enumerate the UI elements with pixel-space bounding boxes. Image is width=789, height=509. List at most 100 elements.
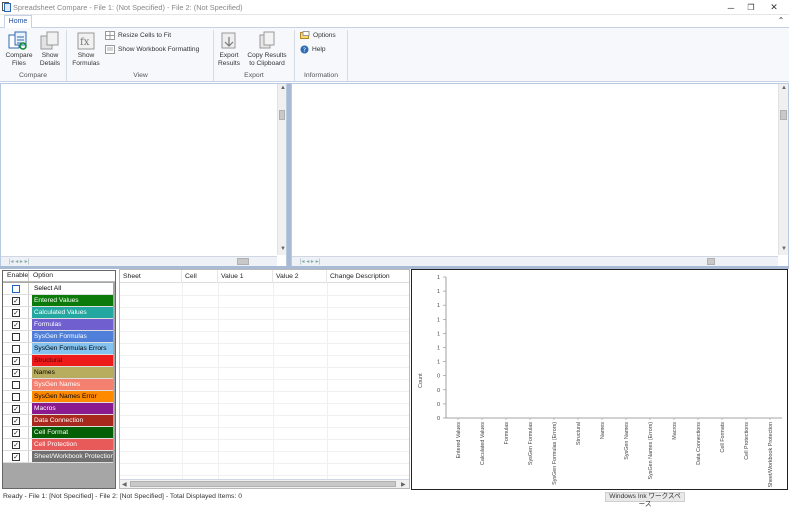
- file1-vertical-scrollbar[interactable]: ▲ ▼: [277, 84, 286, 255]
- svg-text:?: ?: [303, 46, 306, 54]
- option-checkbox[interactable]: [12, 345, 20, 353]
- close-button[interactable]: ✕: [763, 0, 785, 15]
- row-divider: [28, 283, 29, 294]
- row-divider: [28, 427, 29, 438]
- show-workbook-formatting-button[interactable]: Show Workbook Formatting: [105, 45, 199, 54]
- show-formulas-icon: fx: [77, 32, 95, 50]
- scroll-down-icon[interactable]: ▼: [781, 246, 787, 252]
- option-checkbox[interactable]: ✓: [12, 441, 20, 449]
- scroll-thumb[interactable]: [707, 258, 715, 265]
- option-column-header: Option: [33, 272, 54, 279]
- row-divider: [28, 379, 29, 390]
- option-row[interactable]: ✓ Calculated Values: [3, 307, 113, 319]
- group-export-label: Export: [244, 72, 264, 79]
- export-results-button[interactable]: Export Results: [215, 31, 243, 68]
- maximize-button[interactable]: ❐: [740, 0, 762, 15]
- option-checkbox[interactable]: [12, 333, 20, 341]
- compare-files-button[interactable]: Compare Files: [3, 31, 35, 68]
- option-row[interactable]: ✓ Formulas: [3, 319, 113, 331]
- option-row[interactable]: SysGen Formulas: [3, 331, 113, 343]
- option-checkbox[interactable]: [12, 381, 20, 389]
- option-row[interactable]: ✓ Entered Values: [3, 295, 113, 307]
- y-tick-label: 1: [437, 289, 440, 295]
- grid-row-line: [120, 475, 409, 476]
- option-checkbox[interactable]: ✓: [12, 297, 20, 305]
- option-checkbox[interactable]: ✓: [12, 417, 20, 425]
- option-checkbox[interactable]: ✓: [12, 321, 20, 329]
- scroll-thumb[interactable]: [780, 110, 787, 120]
- option-checkbox[interactable]: ✓: [12, 453, 20, 461]
- column-header-value2[interactable]: Value 2: [273, 270, 327, 283]
- option-row[interactable]: ✓ Names: [3, 367, 113, 379]
- option-row[interactable]: SysGen Names: [3, 379, 113, 391]
- file1-grid[interactable]: [0, 83, 287, 267]
- option-label: Cell Protection: [32, 439, 113, 450]
- file2-vertical-scrollbar[interactable]: ▲ ▼: [778, 84, 788, 255]
- scroll-down-icon[interactable]: ▼: [280, 246, 286, 252]
- option-checkbox[interactable]: ✓: [12, 405, 20, 413]
- column-header-change-description[interactable]: Change Description: [327, 270, 409, 283]
- option-row[interactable]: ✓ Cell Format: [3, 427, 113, 439]
- option-checkbox[interactable]: [12, 285, 20, 293]
- y-tick-label: 1: [437, 331, 440, 337]
- app-icon: [2, 2, 11, 12]
- option-row[interactable]: ✓ Cell Protection: [3, 439, 113, 451]
- resize-cells-button[interactable]: Resize Cells to Fit: [105, 31, 171, 40]
- column-header-value1[interactable]: Value 1: [218, 270, 273, 283]
- collapse-ribbon-button[interactable]: ⌃: [775, 16, 787, 26]
- x-tick-label: Cell Protections: [744, 422, 750, 460]
- option-row[interactable]: Select All: [3, 283, 113, 295]
- option-row[interactable]: SysGen Names Error: [3, 391, 113, 403]
- option-row[interactable]: ✓ Sheet/Workbook Protection: [3, 451, 113, 463]
- scroll-thumb[interactable]: [279, 110, 285, 120]
- option-checkbox[interactable]: ✓: [12, 429, 20, 437]
- option-row[interactable]: ✓ Macros: [3, 403, 113, 415]
- options-button[interactable]: Options: [300, 31, 336, 40]
- help-button[interactable]: ? Help: [300, 45, 326, 54]
- results-horizontal-scrollbar[interactable]: ◀ ▶: [120, 479, 409, 488]
- option-checkbox[interactable]: ✓: [12, 357, 20, 365]
- option-row[interactable]: ✓ Structural: [3, 355, 113, 367]
- scroll-thumb[interactable]: [237, 258, 249, 265]
- column-header-sheet[interactable]: Sheet: [120, 270, 182, 283]
- export-results-label-1: Export: [219, 52, 239, 59]
- windows-ink-button[interactable]: Windows Ink ワークスペース: [605, 492, 685, 508]
- sheet-nav-first-icon[interactable]: |◂ ◂ ▸ ▸|: [9, 258, 29, 265]
- copy-results-button[interactable]: Copy Results to Clipboard: [245, 31, 289, 68]
- scroll-left-icon[interactable]: ◀: [122, 481, 127, 488]
- file2-horizontal-scrollbar[interactable]: |◂ ◂ ▸ ▸|: [292, 256, 778, 266]
- column-header-cell[interactable]: Cell: [182, 270, 218, 283]
- x-tick-label: Names: [600, 422, 606, 439]
- ribbon-tab-strip: [0, 15, 789, 27]
- show-formulas-button[interactable]: fx Show Formulas: [70, 31, 102, 68]
- export-results-label-2: Results: [218, 60, 240, 67]
- options-icon: [300, 31, 310, 39]
- option-label: Entered Values: [32, 295, 113, 306]
- option-checkbox[interactable]: ✓: [12, 369, 20, 377]
- show-formulas-label-1: Show: [77, 52, 95, 59]
- option-row[interactable]: SysGen Formulas Errors: [3, 343, 113, 355]
- tab-home[interactable]: Home: [4, 15, 32, 28]
- option-checkbox[interactable]: [12, 393, 20, 401]
- show-details-button[interactable]: Show Details: [36, 31, 64, 68]
- grid-row-line: [120, 439, 409, 440]
- option-checkbox[interactable]: ✓: [12, 309, 20, 317]
- file1-horizontal-scrollbar[interactable]: |◂ ◂ ▸ ▸|: [1, 256, 277, 266]
- grid-row-line: [120, 391, 409, 392]
- workbook-formatting-icon: [105, 45, 115, 54]
- header-divider: [28, 271, 29, 281]
- show-formulas-label-2: Formulas: [72, 60, 100, 67]
- sheet-nav-first-icon[interactable]: |◂ ◂ ▸ ▸|: [300, 258, 320, 265]
- file2-grid[interactable]: [291, 83, 789, 267]
- scroll-right-icon[interactable]: ▶: [401, 481, 406, 488]
- grid-column-line: [182, 283, 183, 479]
- scroll-up-icon[interactable]: ▲: [781, 85, 787, 91]
- scroll-thumb[interactable]: [130, 481, 396, 487]
- minimize-button[interactable]: ─: [720, 0, 742, 15]
- option-row[interactable]: ✓ Data Connection: [3, 415, 113, 427]
- scroll-up-icon[interactable]: ▲: [280, 85, 286, 91]
- option-label: Select All: [32, 283, 113, 294]
- options-header: Enable Option: [3, 271, 115, 282]
- show-details-label-2: Details: [39, 60, 61, 67]
- option-label: Macros: [32, 403, 113, 414]
